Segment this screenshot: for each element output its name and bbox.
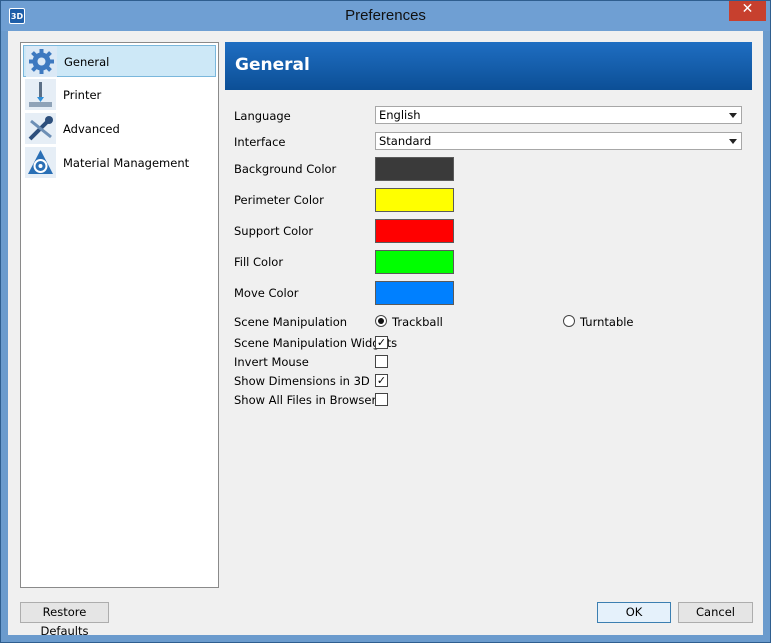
scene-widgets-label: Scene Manipulation Widgets [234, 336, 398, 350]
interface-label: Interface [234, 135, 286, 149]
move-color-label: Move Color [234, 286, 299, 300]
support-color-swatch[interactable] [375, 219, 454, 243]
panel-title: General [235, 55, 310, 75]
scene-manipulation-label: Scene Manipulation [234, 315, 348, 329]
restore-defaults-button[interactable]: Restore Defaults [20, 602, 109, 638]
tools-icon [25, 113, 56, 144]
invert-mouse-label: Invert Mouse [234, 355, 309, 369]
support-color-label: Support Color [234, 224, 314, 238]
general-settings-panel: General Language English Interface Stand… [225, 42, 752, 587]
background-color-swatch[interactable] [375, 157, 454, 181]
gear-icon [26, 46, 57, 77]
fill-color-swatch[interactable] [375, 250, 454, 274]
perimeter-color-label: Perimeter Color [234, 193, 324, 207]
sidebar-item-label: General [64, 55, 110, 69]
title-bar: 3D Preferences ✕ [1, 1, 770, 31]
trackball-radio[interactable] [375, 315, 387, 327]
sidebar-item-general[interactable]: General [23, 45, 216, 77]
trackball-label: Trackball [392, 315, 443, 329]
panel-header: General [225, 42, 752, 90]
move-color-swatch[interactable] [375, 281, 454, 305]
sidebar-item-label: Printer [63, 88, 102, 102]
category-list: General Printer Advanced Material Manage… [20, 42, 219, 588]
preferences-window: 3D Preferences ✕ General Printer Advance… [0, 0, 771, 643]
dialog-body: General Printer Advanced Material Manage… [8, 31, 763, 638]
turntable-label: Turntable [580, 315, 634, 329]
sidebar-item-label: Advanced [63, 122, 120, 136]
sidebar-item-material-management[interactable]: Material Management [23, 147, 216, 179]
chevron-down-icon [729, 113, 737, 118]
window-title: Preferences [345, 7, 426, 24]
language-value: English [379, 108, 421, 122]
chevron-down-icon [729, 139, 737, 144]
show-dimensions-label: Show Dimensions in 3D [234, 374, 370, 388]
cancel-button[interactable]: Cancel [678, 602, 753, 623]
show-all-files-label: Show All Files in Browser [234, 393, 377, 407]
scene-widgets-checkbox[interactable]: ✓ [375, 336, 388, 349]
interface-value: Standard [379, 134, 432, 148]
language-label: Language [234, 109, 291, 123]
printer-icon [25, 79, 56, 110]
sidebar-item-printer[interactable]: Printer [23, 79, 216, 111]
material-icon [25, 147, 56, 178]
ok-button[interactable]: OK [597, 602, 671, 623]
show-dimensions-checkbox[interactable]: ✓ [375, 374, 388, 387]
language-dropdown[interactable]: English [375, 106, 742, 124]
invert-mouse-checkbox[interactable] [375, 355, 388, 368]
sidebar-item-advanced[interactable]: Advanced [23, 113, 216, 145]
perimeter-color-swatch[interactable] [375, 188, 454, 212]
turntable-radio[interactable] [563, 315, 575, 327]
sidebar-item-label: Material Management [63, 156, 190, 170]
fill-color-label: Fill Color [234, 255, 284, 269]
show-all-files-checkbox[interactable] [375, 393, 388, 406]
background-color-label: Background Color [234, 162, 337, 176]
close-button[interactable]: ✕ [729, 1, 766, 21]
interface-dropdown[interactable]: Standard [375, 132, 742, 150]
